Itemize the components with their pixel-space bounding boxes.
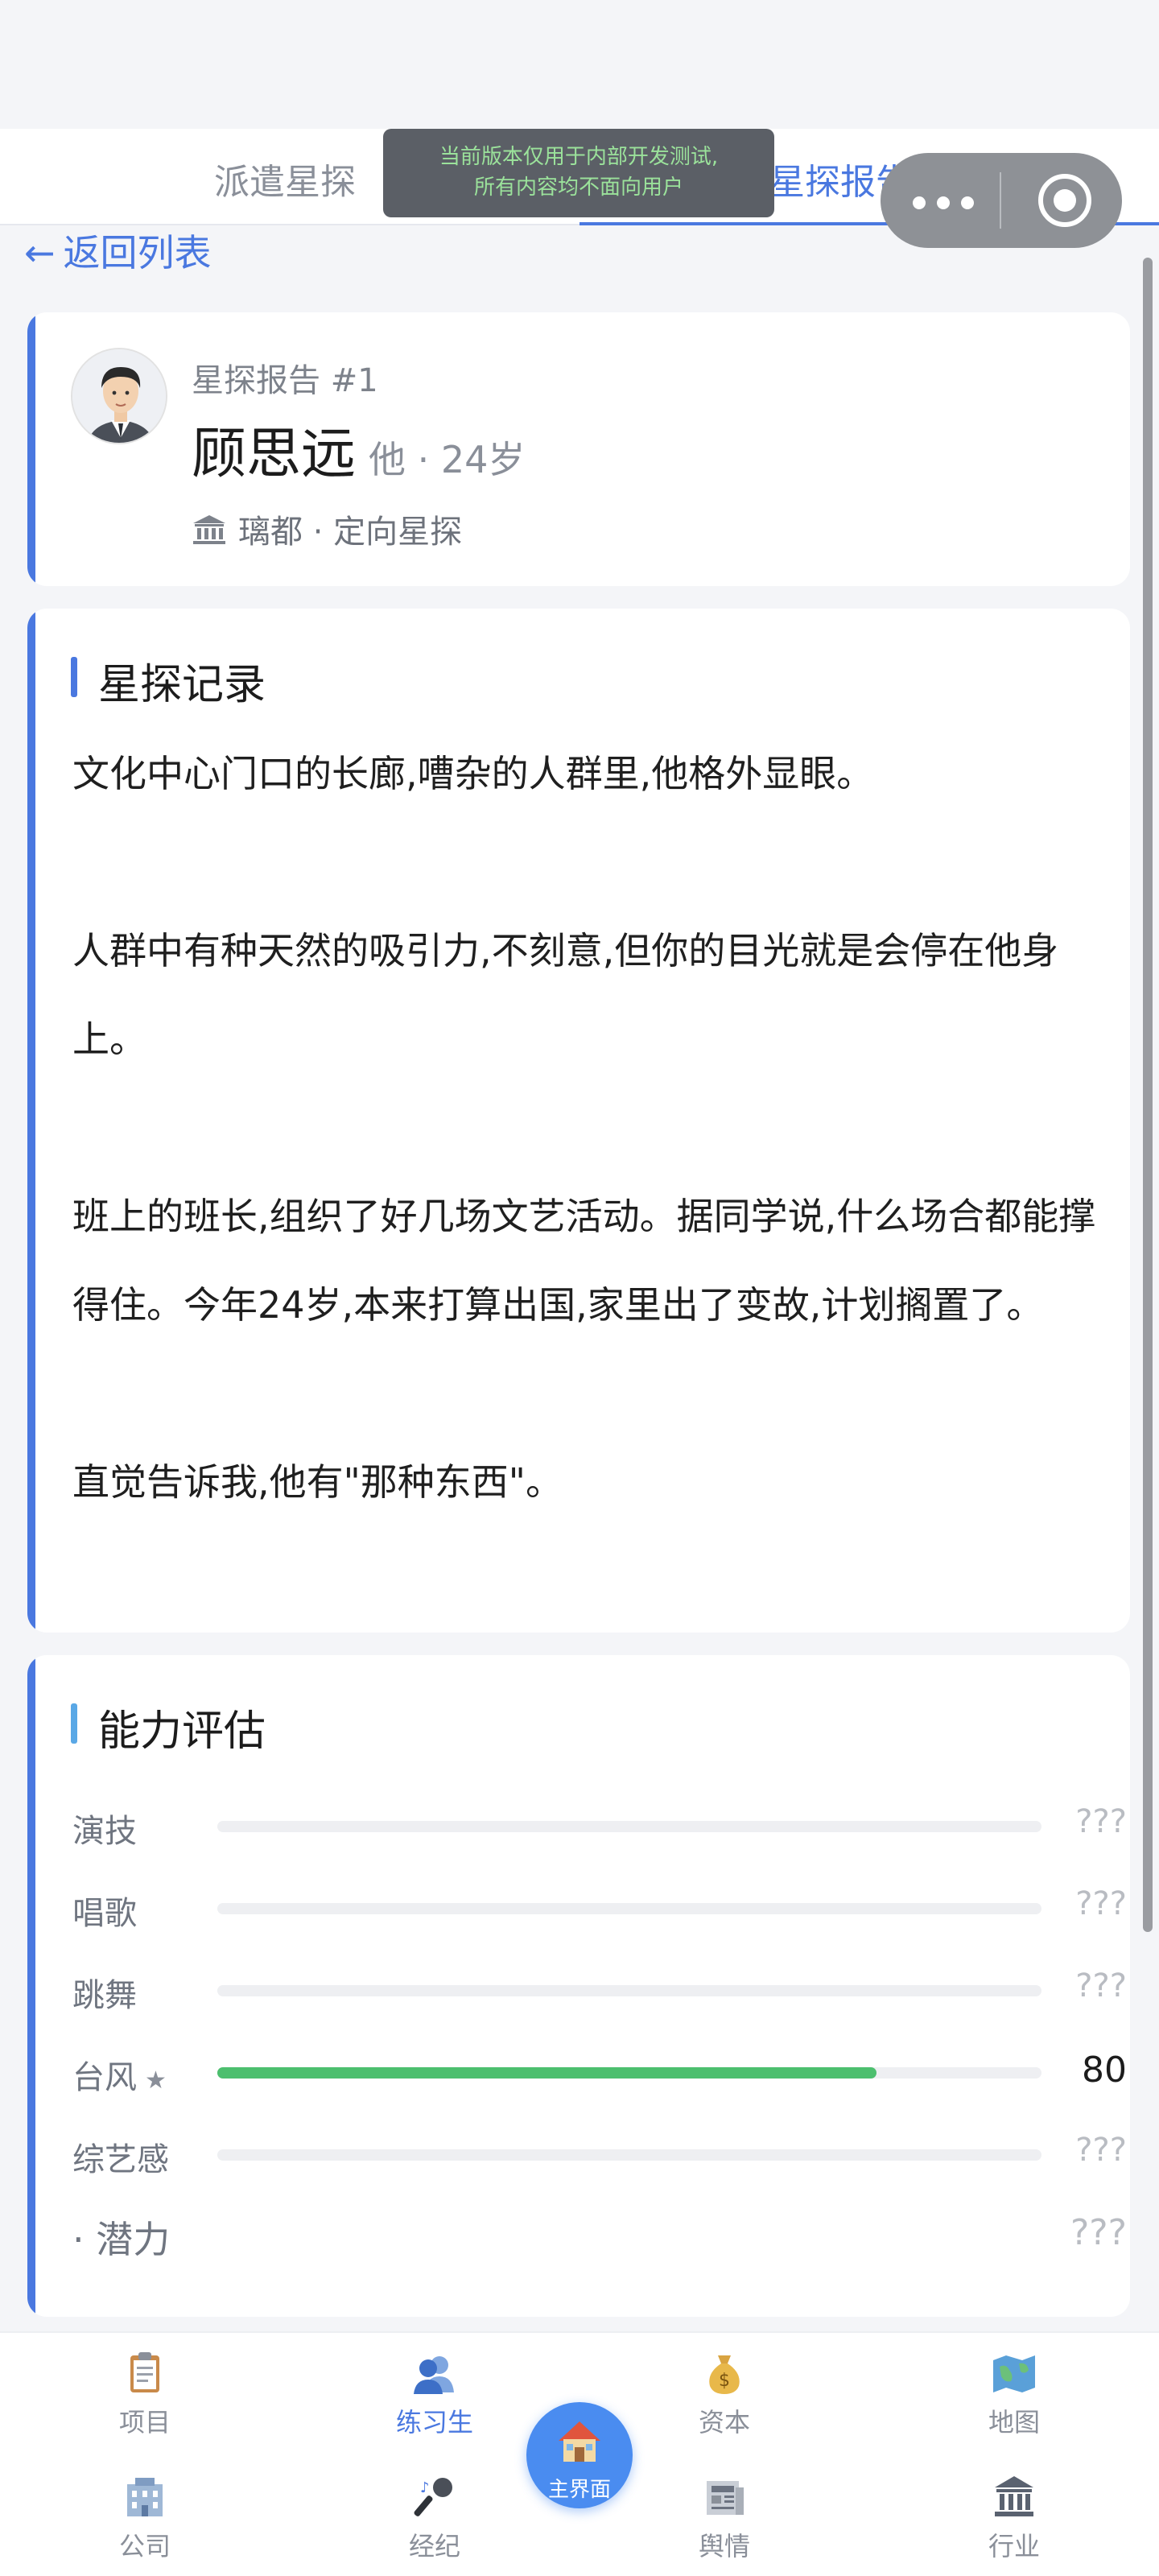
scout-origin: 璃都 · 定向星探 (192, 506, 462, 552)
card-accent-bar (27, 1655, 35, 2317)
ability-track (217, 1903, 1041, 1914)
nav-label: 公司 (118, 2531, 171, 2562)
nav-label: 项目 (118, 2407, 171, 2438)
record-paragraph: 班上的班长,组织了好几场文艺活动。据同学说,什么场合都能撑得住。今年24岁,本来… (72, 1195, 1096, 1327)
ability-fill (217, 2067, 877, 2079)
nav-item-projects[interactable]: 项目 (64, 2349, 225, 2439)
newspaper-icon (707, 2481, 744, 2515)
nav-item-company[interactable]: 公司 (64, 2473, 225, 2563)
ability-row-acting: 演技 ??? (72, 1800, 1127, 1850)
money-bag-icon: $ (709, 2355, 740, 2394)
avatar (71, 348, 167, 444)
card-accent-bar (27, 312, 35, 586)
ability-track (217, 1821, 1041, 1832)
nav-label: 经纪 (408, 2531, 460, 2562)
ability-label-wrap: 台风 ★ (72, 2051, 167, 2098)
home-label: 主界面 (547, 2478, 611, 2502)
potential-label: · 潜力 (72, 2218, 171, 2261)
ability-value: ??? (1075, 1803, 1127, 1840)
back-to-list-link[interactable]: ← 返回列表 (24, 224, 212, 277)
name-line: 顾思远他 · 24岁 (192, 409, 525, 489)
record-paragraph: 直觉告诉我,他有"那种东西"。 (72, 1460, 563, 1504)
trainee-name: 顾思远 (192, 423, 357, 486)
record-text: 文化中心门口的长廊,嘈杂的人群里,他格外显眼。 人群中有种天然的吸引力,不刻意,… (72, 729, 1111, 1526)
nav-item-agency[interactable]: ♪ 经纪 (354, 2473, 515, 2563)
scout-record-card: 星探记录 文化中心门口的长廊,嘈杂的人群里,他格外显眼。 人群中有种天然的吸引力… (27, 609, 1130, 1633)
office-building-icon (127, 2478, 163, 2516)
report-number: 星探报告 #1 (192, 362, 378, 399)
card-accent-bar (27, 609, 35, 1633)
dev-test-banner: 当前版本仅用于内部开发测试, 所有内容均不面向用户 (383, 129, 774, 217)
scrollbar[interactable] (1143, 258, 1153, 1932)
miniprogram-capsule (881, 153, 1122, 248)
nav-label: 练习生 (395, 2407, 473, 2438)
nav-item-map[interactable]: 地图 (934, 2349, 1095, 2439)
tab-dispatch-scout[interactable]: 派遣星探 (214, 153, 356, 204)
bank-icon (193, 515, 225, 544)
back-label: 返回列表 (63, 231, 212, 275)
nav-label: 资本 (698, 2407, 750, 2438)
microphone-icon: ♪ (414, 2478, 452, 2516)
clipboard-icon (130, 2352, 159, 2392)
section-title-ability: 能力评估 (71, 1697, 266, 1757)
nav-item-trainees[interactable]: 练习生 (354, 2349, 515, 2439)
potential-value: ??? (1070, 2212, 1127, 2253)
back-arrow-icon: ← (24, 231, 56, 275)
record-paragraph: 人群中有种天然的吸引力,不刻意,但你的目光就是会停在他身上。 (72, 929, 1059, 1061)
ability-value: 80 (1082, 2050, 1127, 2091)
ability-track (217, 2149, 1041, 2161)
ability-label: 台风 (72, 2059, 137, 2096)
ability-assessment-card: 能力评估 演技 ??? 唱歌 ??? 跳舞 ??? 台风 ★ 80 综艺感 ???… (27, 1655, 1130, 2317)
nav-label: 地图 (988, 2407, 1040, 2438)
ability-row-dancing: 跳舞 ??? (72, 1964, 1127, 2014)
potential-row: · 潜力 ??? (72, 2211, 1127, 2267)
trainee-icon (414, 2356, 454, 2394)
nav-label: 行业 (988, 2531, 1040, 2562)
nav-item-capital[interactable]: $ 资本 (644, 2349, 805, 2439)
section-title-record: 星探记录 (71, 650, 266, 711)
bank-icon (995, 2476, 1033, 2516)
ability-label: 唱歌 (72, 1895, 137, 1932)
record-paragraph: 文化中心门口的长廊,嘈杂的人群里,他格外显眼。 (72, 752, 874, 795)
svg-text:♪: ♪ (420, 2479, 430, 2496)
capsule-divider (1000, 172, 1001, 229)
svg-text:$: $ (719, 2371, 730, 2391)
ability-value: ??? (1075, 2132, 1127, 2169)
profile-card: 星探报告 #1 顾思远他 · 24岁 璃都 · 定向星探 (27, 312, 1130, 586)
ability-label: 演技 (72, 1813, 137, 1850)
trainee-meta: 他 · 24岁 (369, 438, 526, 481)
ability-value: ??? (1075, 1885, 1127, 1922)
ability-row-variety: 综艺感 ??? (72, 2128, 1127, 2178)
ability-track (217, 2067, 1041, 2079)
home-button[interactable]: 主界面 (526, 2402, 633, 2508)
nav-item-public-opinion[interactable]: 舆情 (644, 2473, 805, 2563)
nav-item-industry[interactable]: 行业 (934, 2473, 1095, 2563)
status-bar-area (0, 0, 1159, 129)
more-menu-icon[interactable] (913, 177, 977, 225)
ability-label: 跳舞 (72, 1977, 137, 2014)
ability-row-stage-presence: 台风 ★ 80 (72, 2046, 1127, 2098)
dev-banner-line1: 当前版本仅用于内部开发测试, (439, 145, 719, 169)
ability-row-singing: 唱歌 ??? (72, 1882, 1127, 1932)
close-miniprogram-icon[interactable] (1038, 174, 1091, 227)
house-icon (559, 2421, 600, 2462)
origin-text: 璃都 · 定向星探 (238, 514, 463, 551)
map-icon (993, 2355, 1035, 2392)
dev-banner-line2: 所有内容均不面向用户 (473, 175, 683, 200)
ability-track (217, 1985, 1041, 1996)
star-icon: ★ (145, 2066, 167, 2095)
ability-label: 综艺感 (72, 2141, 169, 2178)
ability-value: ??? (1075, 1967, 1127, 2004)
nav-label: 舆情 (698, 2531, 750, 2562)
